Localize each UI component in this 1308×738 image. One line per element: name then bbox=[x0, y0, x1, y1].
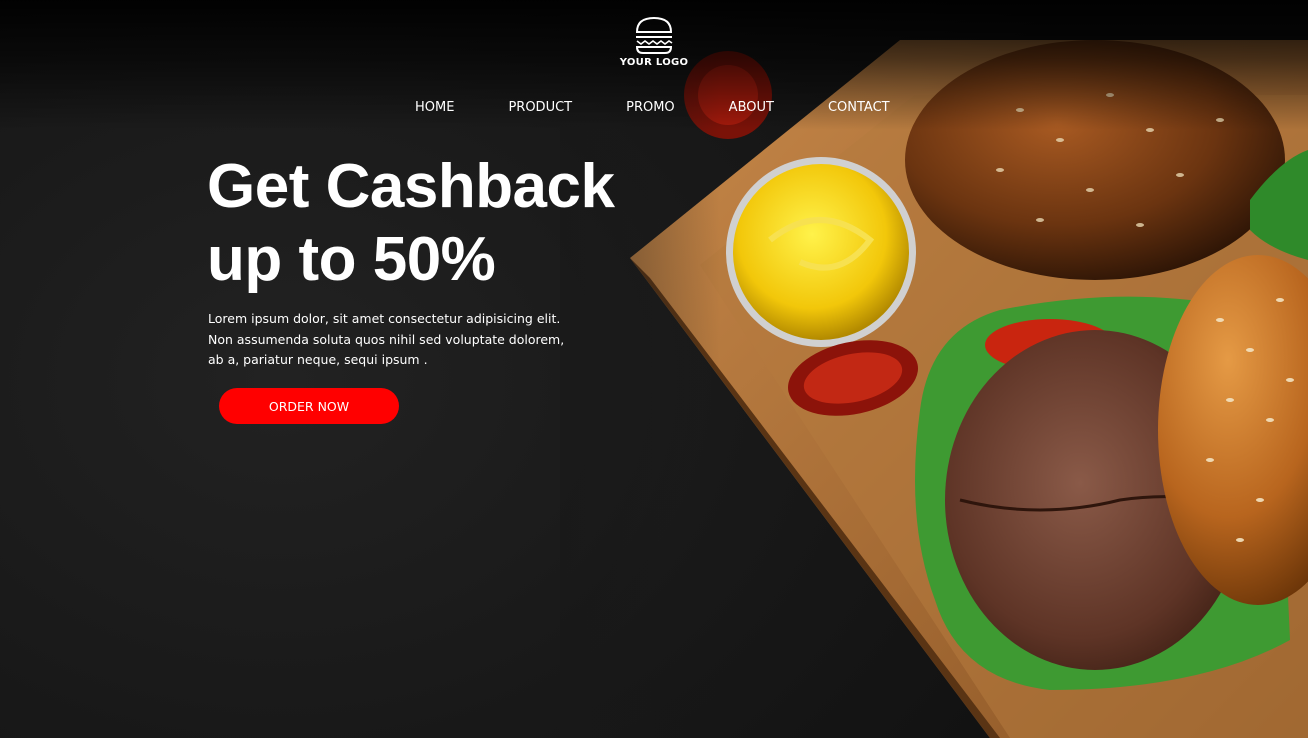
burger-icon bbox=[635, 16, 673, 54]
headline-line-2: up to 50% bbox=[207, 225, 496, 294]
logo[interactable]: YOUR LOGO bbox=[612, 16, 696, 68]
order-now-button[interactable]: ORDER NOW bbox=[219, 388, 399, 424]
nav-home[interactable]: HOME bbox=[388, 100, 481, 115]
hero-headline: Get Cashback up to 50% bbox=[207, 150, 647, 296]
nav-about[interactable]: ABOUT bbox=[702, 100, 801, 115]
logo-text: YOUR LOGO bbox=[619, 57, 689, 68]
nav-product[interactable]: PRODUCT bbox=[481, 100, 599, 115]
nav-contact[interactable]: CONTACT bbox=[801, 100, 917, 115]
hero-description: Lorem ipsum dolor, sit amet consectetur … bbox=[208, 311, 565, 367]
headline-line-1: Get Cashback bbox=[207, 152, 615, 221]
nav-promo[interactable]: PROMO bbox=[599, 100, 702, 115]
hero-section: YOUR LOGO HOME PRODUCT PROMO ABOUT CONTA… bbox=[0, 0, 1308, 738]
main-nav: HOME PRODUCT PROMO ABOUT CONTACT bbox=[388, 100, 917, 115]
